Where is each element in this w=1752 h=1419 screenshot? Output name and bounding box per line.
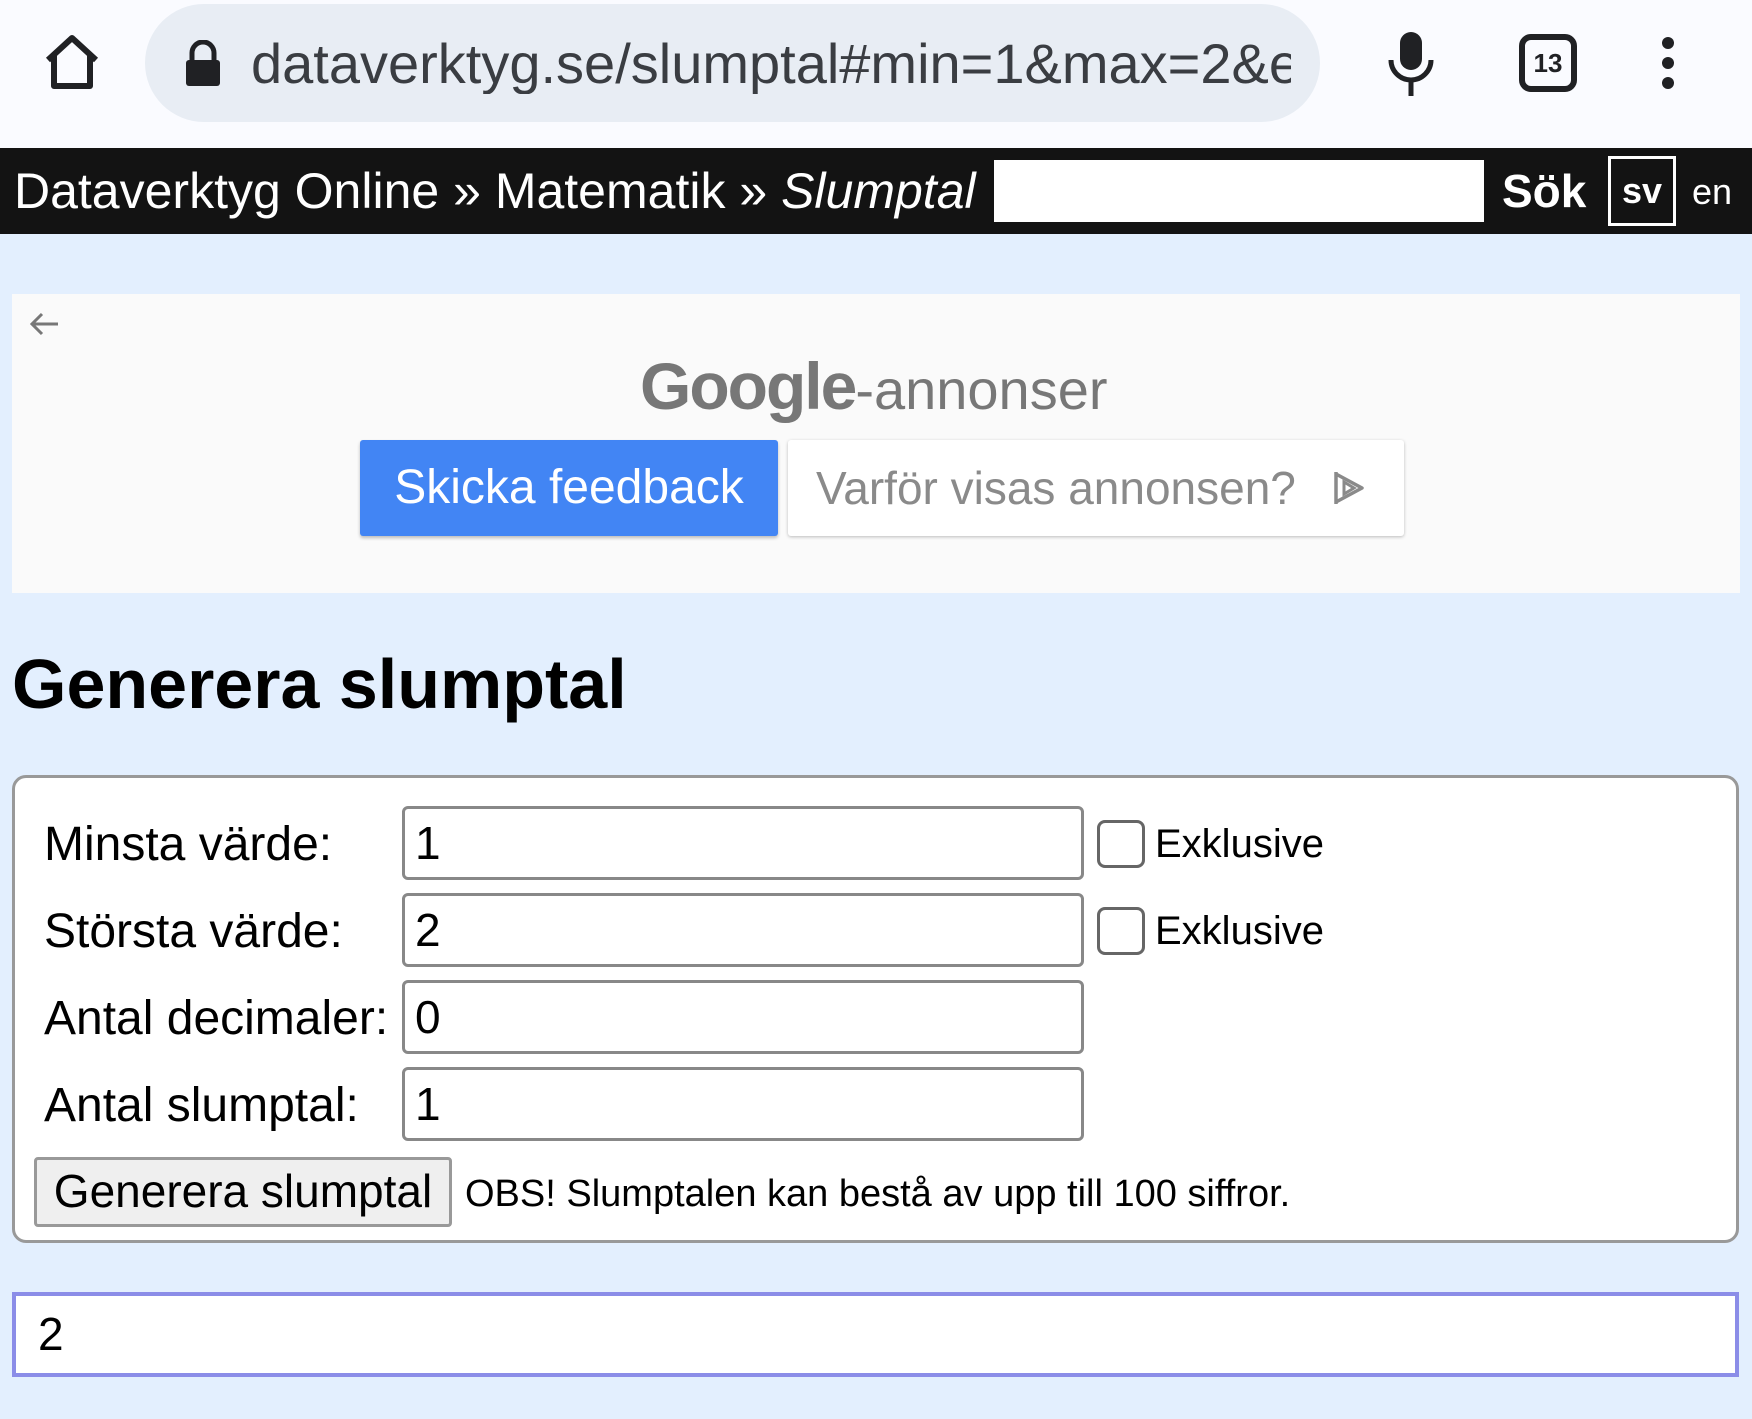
browser-toolbar: dataverktyg.se/slumptal#min=1&max=2&exk … <box>0 0 1752 148</box>
ad-choices-icon <box>1334 472 1364 504</box>
back-arrow-icon[interactable] <box>26 306 62 342</box>
ad-brand: Google-annonser <box>640 348 1108 424</box>
url-text[interactable]: dataverktyg.se/slumptal#min=1&max=2&exk <box>251 34 1291 94</box>
count-label: Antal slumptal: <box>44 1079 359 1132</box>
min-exclusive-label: Exklusive <box>1155 822 1324 866</box>
google-logo: Google <box>640 349 857 423</box>
decimals-label: Antal decimaler: <box>44 992 389 1045</box>
breadcrumb-math-link[interactable]: Matematik <box>495 163 726 219</box>
digits-note: OBS! Slumptalen kan bestå av upp till 10… <box>465 1173 1291 1215</box>
ad-brand-suffix: -annonser <box>855 358 1108 421</box>
breadcrumb-separator: » <box>739 163 768 219</box>
why-this-ad-label: Varför visas annonsen? <box>816 462 1296 514</box>
site-search-input[interactable] <box>994 160 1484 222</box>
min-exclusive-checkbox[interactable] <box>1097 820 1145 868</box>
ad-panel: Google-annonser Skicka feedback Varför v… <box>12 294 1740 593</box>
search-button[interactable]: Sök <box>1502 162 1586 220</box>
lang-en-link[interactable]: en <box>1692 164 1732 220</box>
min-value-label: Minsta värde: <box>44 818 333 871</box>
decimals-input[interactable] <box>402 980 1084 1054</box>
result-output[interactable]: 2 <box>12 1292 1739 1377</box>
mic-icon[interactable] <box>1385 30 1437 98</box>
breadcrumb-current: Slumptal <box>781 163 976 219</box>
random-number-form: Minsta värde: Exklusive Största värde: E… <box>12 775 1739 1243</box>
send-feedback-button[interactable]: Skicka feedback <box>360 440 778 536</box>
why-this-ad-button[interactable]: Varför visas annonsen? <box>788 440 1404 536</box>
breadcrumb-home-link[interactable]: Dataverktyg Online <box>14 163 439 219</box>
breadcrumb: Dataverktyg Online » Matematik » Slumpta… <box>14 162 976 220</box>
breadcrumb-separator: » <box>453 163 481 219</box>
address-bar[interactable]: dataverktyg.se/slumptal#min=1&max=2&exk <box>145 4 1320 122</box>
lock-icon <box>186 40 220 86</box>
generate-button[interactable]: Generera slumptal <box>34 1157 452 1227</box>
count-input[interactable] <box>402 1067 1084 1141</box>
min-value-input[interactable] <box>402 806 1084 880</box>
max-exclusive-label: Exklusive <box>1155 909 1324 953</box>
page-title: Generera slumptal <box>12 645 627 723</box>
max-value-input[interactable] <box>402 893 1084 967</box>
max-value-label: Största värde: <box>44 905 343 958</box>
tabs-icon[interactable]: 13 <box>1519 34 1577 92</box>
lang-sv-button[interactable]: sv <box>1608 156 1676 226</box>
more-vert-icon[interactable] <box>1650 36 1686 90</box>
site-header: Dataverktyg Online » Matematik » Slumpta… <box>0 148 1752 234</box>
max-exclusive-checkbox[interactable] <box>1097 907 1145 955</box>
home-icon[interactable] <box>40 30 104 94</box>
